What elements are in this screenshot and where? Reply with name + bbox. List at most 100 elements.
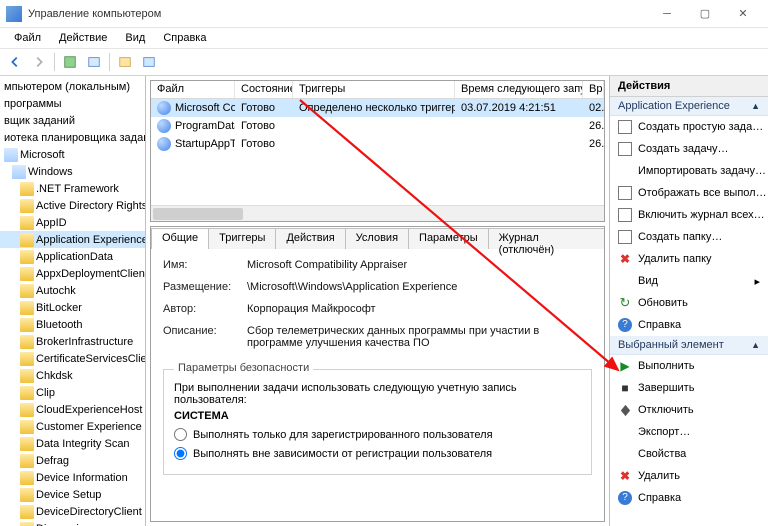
tree-item-label: Bluetooth (36, 319, 82, 331)
tree-node[interactable]: иотека планировщика заданий (0, 129, 145, 146)
tree-item[interactable]: Active Directory Rights Man (0, 197, 145, 214)
tab-conditions[interactable]: Условия (345, 228, 409, 249)
tree-item[interactable]: Clip (0, 384, 145, 401)
col-nextrun[interactable]: Время следующего запуска (455, 81, 583, 98)
action-item[interactable]: ✖Удалить (610, 465, 768, 487)
task-icon (157, 119, 171, 133)
cell-state: Готово (235, 120, 293, 132)
action-item[interactable]: ■Завершить (610, 377, 768, 399)
task-row[interactable]: Microsoft Co…ГотовоОпределено несколько … (151, 99, 604, 117)
col-state[interactable]: Состояние (235, 81, 293, 98)
back-button[interactable] (4, 51, 26, 73)
toolbar-btn-1[interactable] (59, 51, 81, 73)
action-label: Свойства (638, 448, 686, 460)
toolbar-btn-4[interactable] (138, 51, 160, 73)
action-item[interactable]: Создать папку… (610, 226, 768, 248)
title-bar: Управление компьютером ─ ▢ ✕ (0, 0, 768, 28)
tree-item[interactable]: Bluetooth (0, 316, 145, 333)
horizontal-scrollbar[interactable] (151, 205, 604, 221)
action-icon (618, 447, 632, 461)
action-item[interactable]: Отключить (610, 399, 768, 421)
col-triggers[interactable]: Триггеры (293, 81, 455, 98)
tree-item[interactable]: BrokerInfrastructure (0, 333, 145, 350)
menu-help[interactable]: Справка (155, 30, 214, 46)
action-item[interactable]: ?Справка (610, 314, 768, 336)
tree-item[interactable]: CloudExperienceHost (0, 401, 145, 418)
tree-item-label: .NET Framework (36, 183, 119, 195)
menu-action[interactable]: Действие (51, 30, 115, 46)
menu-file[interactable]: Файл (6, 30, 49, 46)
tree-item-label: Device Information (36, 472, 128, 484)
tree-item[interactable]: Data Integrity Scan (0, 435, 145, 452)
toolbar (0, 48, 768, 76)
forward-button[interactable] (28, 51, 50, 73)
task-list[interactable]: Файл Состояние Триггеры Время следующего… (150, 80, 605, 222)
folder-icon (20, 505, 34, 519)
radio-any[interactable] (174, 447, 187, 460)
tree-node[interactable]: вщик заданий (0, 112, 145, 129)
tab-actions[interactable]: Действия (275, 228, 345, 249)
action-item[interactable]: ▶Выполнить (610, 355, 768, 377)
tree-item[interactable]: Diagnosis (0, 520, 145, 526)
tree-item[interactable]: DeviceDirectoryClient (0, 503, 145, 520)
action-label: Отображать все выпол… (638, 187, 767, 199)
tree-item[interactable]: BitLocker (0, 299, 145, 316)
tab-settings[interactable]: Параметры (408, 228, 489, 249)
tree-root[interactable]: мпьютером (локальным) (0, 78, 145, 95)
folder-icon (20, 522, 34, 526)
tree-item[interactable]: Defrag (0, 452, 145, 469)
cell-nextrun: 03.07.2019 4:21:51 (455, 102, 583, 114)
tree-item[interactable]: Customer Experience Impro (0, 418, 145, 435)
menu-view[interactable]: Вид (117, 30, 153, 46)
task-row[interactable]: StartupAppT…Готово26.06.20 (151, 135, 604, 153)
action-item[interactable]: Создать задачу… (610, 138, 768, 160)
action-item[interactable]: ✖Удалить папку (610, 248, 768, 270)
action-item[interactable]: Экспорт… (610, 421, 768, 443)
action-item[interactable]: ↻Обновить (610, 292, 768, 314)
collapse-icon: ▲ (751, 101, 760, 111)
tree-item[interactable]: .NET Framework (0, 180, 145, 197)
tab-general[interactable]: Общие (151, 228, 209, 249)
tab-triggers[interactable]: Триггеры (208, 228, 276, 249)
tree-item-label: Device Setup (36, 489, 101, 501)
actions-section-folder[interactable]: Application Experience▲ (610, 97, 768, 116)
action-item[interactable]: Свойства (610, 443, 768, 465)
col-file[interactable]: Файл (151, 81, 235, 98)
tree-item[interactable]: AppID (0, 214, 145, 231)
task-row[interactable]: ProgramData…Готово26.06.20 (151, 117, 604, 135)
action-item[interactable]: Вид▸ (610, 270, 768, 292)
tree-item[interactable]: Device Information (0, 469, 145, 486)
tree-item[interactable]: ApplicationData (0, 248, 145, 265)
radio-logged-on-label: Выполнять только для зарегистрированного… (193, 429, 493, 441)
action-item[interactable]: Импортировать задачу… (610, 160, 768, 182)
action-item[interactable]: Создать простую зада… (610, 116, 768, 138)
tree-item[interactable]: Device Setup (0, 486, 145, 503)
tree-node-windows[interactable]: Windows (0, 163, 145, 180)
minimize-button[interactable]: ─ (648, 0, 686, 28)
action-item[interactable]: Отображать все выпол… (610, 182, 768, 204)
maximize-button[interactable]: ▢ (686, 0, 724, 28)
tree-node[interactable]: программы (0, 95, 145, 112)
col-lastrun[interactable]: Время п (583, 81, 604, 98)
grid-header: Файл Состояние Триггеры Время следующего… (151, 81, 604, 99)
radio-logged-on[interactable] (174, 428, 187, 441)
action-item[interactable]: ?Справка (610, 487, 768, 509)
tree-item[interactable]: Autochk (0, 282, 145, 299)
tree-pane[interactable]: мпьютером (локальным) программы вщик зад… (0, 76, 146, 526)
security-group: Параметры безопасности При выполнении за… (163, 369, 592, 475)
tree-item[interactable]: Application Experience (0, 231, 145, 248)
tree-item[interactable]: AppxDeploymentClient (0, 265, 145, 282)
toolbar-btn-3[interactable] (114, 51, 136, 73)
tab-history[interactable]: Журнал (отключён) (488, 228, 605, 249)
tree-item-label: Defrag (36, 455, 69, 467)
folder-icon (20, 420, 34, 434)
tree-item[interactable]: Chkdsk (0, 367, 145, 384)
actions-section-selected[interactable]: Выбранный элемент▲ (610, 336, 768, 355)
cell-file: Microsoft Co… (151, 101, 235, 115)
tree-node-microsoft[interactable]: Microsoft (0, 146, 145, 163)
collapse-icon: ▲ (751, 340, 760, 350)
action-item[interactable]: Включить журнал всех… (610, 204, 768, 226)
close-button[interactable]: ✕ (724, 0, 762, 28)
tree-item[interactable]: CertificateServicesClient (0, 350, 145, 367)
toolbar-btn-2[interactable] (83, 51, 105, 73)
